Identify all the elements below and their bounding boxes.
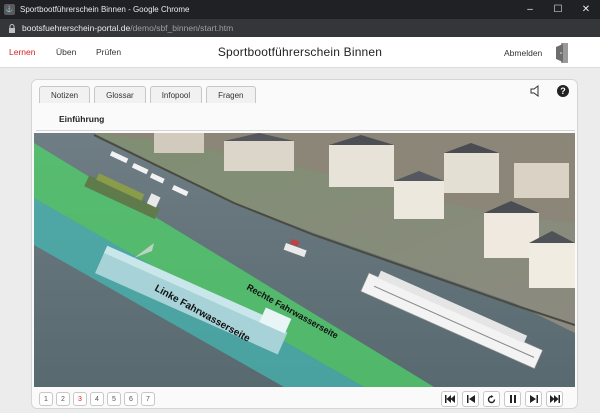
address-path: /demo/sbf_binnen/start.htm bbox=[130, 23, 234, 33]
section-title: Einführung bbox=[59, 114, 105, 124]
speaker-icon[interactable] bbox=[530, 85, 542, 97]
window-title: Sportbootführerschein Binnen - Google Ch… bbox=[20, 5, 190, 14]
page-6-button[interactable]: 6 bbox=[124, 392, 138, 406]
page-3-button[interactable]: 3 bbox=[73, 392, 87, 406]
address-bar[interactable]: bootsfuehrerschein-portal.de/demo/sbf_bi… bbox=[0, 19, 600, 37]
divider bbox=[36, 130, 575, 131]
logout-door-icon[interactable] bbox=[554, 42, 570, 64]
page-nav: 1 2 3 4 5 6 7 bbox=[39, 392, 155, 406]
app-header: Lernen Üben Prüfen Sportbootführerschein… bbox=[0, 37, 600, 68]
tab-glossar[interactable]: Glossar bbox=[94, 86, 146, 103]
page-5-button[interactable]: 5 bbox=[107, 392, 121, 406]
next-icon[interactable] bbox=[525, 391, 542, 407]
page-1-button[interactable]: 1 bbox=[39, 392, 53, 406]
logout-link[interactable]: Abmelden bbox=[504, 48, 542, 58]
playback-controls bbox=[441, 391, 563, 407]
previous-icon[interactable] bbox=[462, 391, 479, 407]
minimize-icon[interactable]: – bbox=[516, 0, 544, 19]
tab-fragen[interactable]: Fragen bbox=[206, 86, 256, 103]
tab-bar: Notizen Glossar Infopool Fragen bbox=[39, 86, 256, 103]
close-icon[interactable]: ✕ bbox=[572, 0, 600, 19]
replay-icon[interactable] bbox=[483, 391, 500, 407]
page-7-button[interactable]: 7 bbox=[141, 392, 155, 406]
tab-notizen[interactable]: Notizen bbox=[39, 86, 91, 103]
page-2-button[interactable]: 2 bbox=[56, 392, 70, 406]
maximize-icon[interactable]: ☐ bbox=[544, 0, 572, 19]
pause-icon[interactable] bbox=[504, 391, 521, 407]
address-host: bootsfuehrerschein-portal.de bbox=[22, 23, 131, 33]
tab-infopool[interactable]: Infopool bbox=[149, 86, 203, 103]
river-illustration: Linke Fahrwasserseite Rechte Fahrwassers… bbox=[34, 133, 575, 387]
help-icon[interactable]: ? bbox=[557, 85, 569, 97]
last-icon[interactable] bbox=[546, 391, 563, 407]
lock-icon bbox=[8, 23, 16, 33]
window-titlebar: ⚓ Sportbootführerschein Binnen - Google … bbox=[0, 0, 600, 19]
app-icon: ⚓ bbox=[4, 4, 15, 15]
first-icon[interactable] bbox=[441, 391, 458, 407]
page-4-button[interactable]: 4 bbox=[90, 392, 104, 406]
